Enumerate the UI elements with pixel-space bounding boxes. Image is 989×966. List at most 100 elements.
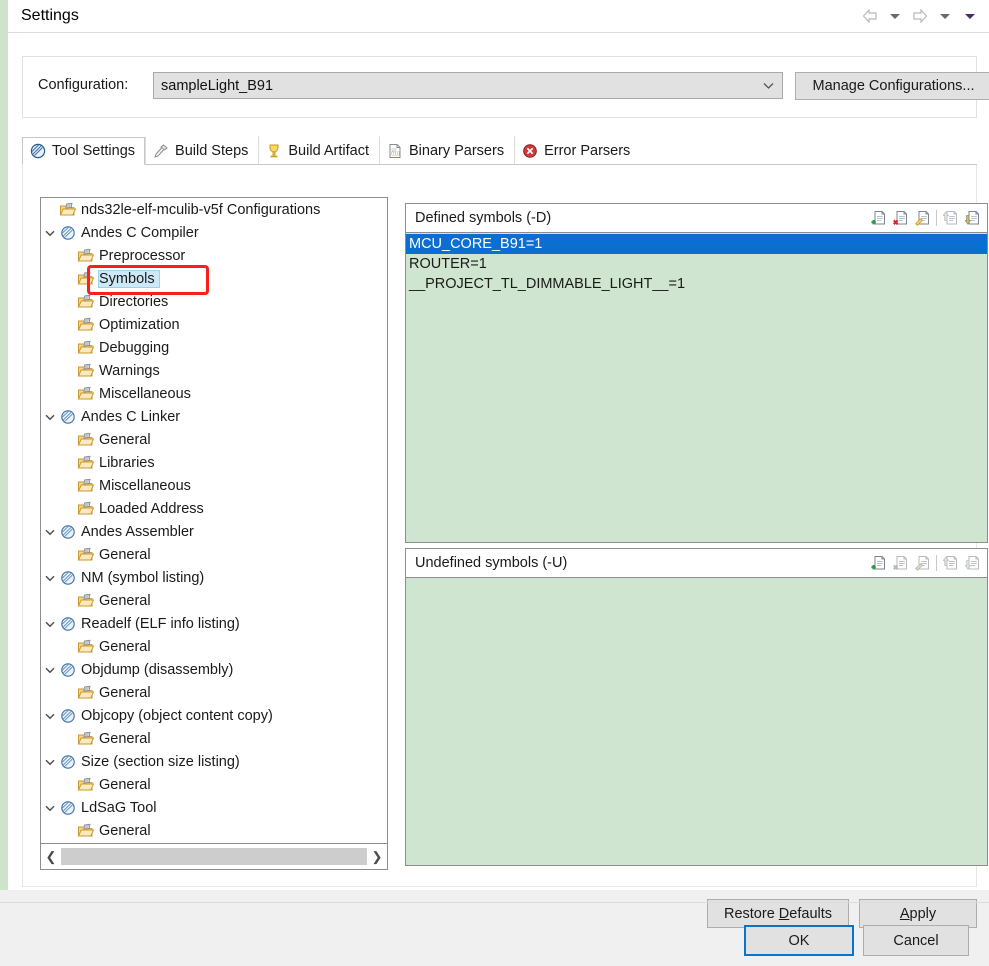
tree-item-ldsag-tool[interactable]: LdSaG Tool — [41, 796, 387, 819]
forward-history-dropdown[interactable] — [934, 6, 956, 26]
tree-item-label: General — [99, 431, 151, 448]
tree-item-directories[interactable]: Directories — [41, 290, 387, 313]
restore-defaults-button[interactable]: Restore Defaults — [707, 899, 849, 928]
tab-build-artifact[interactable]: Build Artifact — [258, 136, 379, 164]
tree-item-objdump-disassembly[interactable]: Objdump (disassembly) — [41, 658, 387, 681]
tree-expand-toggle[interactable] — [41, 566, 59, 589]
tree-item-general[interactable]: General — [41, 773, 387, 796]
tool-icon — [61, 708, 75, 723]
edit-icon — [914, 556, 929, 571]
tree-expand-toggle[interactable] — [41, 221, 59, 244]
move-up-button — [941, 208, 960, 228]
symbol-list-item[interactable]: MCU_CORE_B91=1 — [406, 234, 987, 254]
add-button[interactable] — [869, 553, 888, 573]
undefined-symbols-toolbar — [869, 553, 982, 573]
folder-icon — [77, 432, 95, 445]
binary-parsers-icon: 010 — [389, 143, 401, 158]
tool-settings-icon — [30, 143, 46, 159]
scrollbar-thumb[interactable] — [61, 848, 367, 865]
tree-item-debugging[interactable]: Debugging — [41, 336, 387, 359]
delete-button[interactable] — [891, 208, 910, 228]
symbol-list-item[interactable]: ROUTER=1 — [406, 254, 987, 274]
folder-icon — [77, 593, 95, 606]
ok-button[interactable]: OK — [744, 925, 854, 956]
tool-icon — [61, 754, 75, 769]
tree-item-symbols[interactable]: Symbols — [41, 267, 387, 290]
tree-twisty-spacer — [41, 198, 59, 221]
settings-tree[interactable]: nds32le-elf-mculib-v5f Configurations And… — [40, 197, 388, 870]
apply-button[interactable]: Apply — [859, 899, 977, 928]
tree-expand-toggle[interactable] — [41, 612, 59, 635]
tree-item-general[interactable]: General — [41, 589, 387, 612]
tab-tool-settings[interactable]: Tool Settings — [22, 137, 146, 165]
tree-item-andes-c-linker[interactable]: Andes C Linker — [41, 405, 387, 428]
tree-item-andes-c-compiler[interactable]: Andes C Compiler — [41, 221, 387, 244]
tree-item-nm-symbol-listing[interactable]: NM (symbol listing) — [41, 566, 387, 589]
folder-icon — [77, 248, 95, 261]
configuration-select[interactable]: sampleLight_B91 — [153, 72, 783, 99]
tree-item-general[interactable]: General — [41, 428, 387, 451]
tree-expand-toggle[interactable] — [41, 796, 59, 819]
tree-item-miscellaneous[interactable]: Miscellaneous — [41, 382, 387, 405]
tree-item-warnings[interactable]: Warnings — [41, 359, 387, 382]
tree-item-label: Miscellaneous — [99, 477, 191, 494]
undefined-symbols-list[interactable] — [406, 578, 987, 865]
title-bar: Settings — [8, 0, 989, 33]
tree-item-miscellaneous[interactable]: Miscellaneous — [41, 474, 387, 497]
scroll-left-button[interactable]: ❮ — [41, 844, 61, 869]
edit-button[interactable] — [913, 208, 932, 228]
tool-settings-panel: nds32le-elf-mculib-v5f Configurations And… — [22, 165, 988, 887]
forward-button[interactable] — [909, 6, 931, 26]
scroll-right-button[interactable]: ❯ — [367, 844, 387, 869]
tree-item-label: General — [99, 592, 151, 609]
tree-item-readelf-elf-info-listing[interactable]: Readelf (ELF info listing) — [41, 612, 387, 635]
tree-item-general[interactable]: General — [41, 819, 387, 842]
back-button[interactable] — [859, 6, 881, 26]
view-menu-dropdown[interactable] — [959, 6, 981, 26]
cancel-button[interactable]: Cancel — [863, 925, 969, 956]
tree-item-andes-assembler[interactable]: Andes Assembler — [41, 520, 387, 543]
tree-horizontal-scrollbar[interactable]: ❮ ❯ — [41, 843, 387, 869]
tree-item-preprocessor[interactable]: Preprocessor — [41, 244, 387, 267]
window-left-edge — [0, 0, 8, 890]
tree-item-label: NM (symbol listing) — [81, 569, 205, 586]
tree-item-libraries[interactable]: Libraries — [41, 451, 387, 474]
tree-item-label: Libraries — [99, 454, 155, 471]
scrollbar-track[interactable] — [61, 848, 367, 865]
tree-expand-toggle[interactable] — [41, 658, 59, 681]
add-button[interactable] — [869, 208, 888, 228]
error-parsers-icon — [523, 143, 537, 158]
symbol-list-item[interactable]: __PROJECT_TL_DIMMABLE_LIGHT__=1 — [406, 274, 987, 294]
tree-item-loaded-address[interactable]: Loaded Address — [41, 497, 387, 520]
tree-expand-toggle[interactable] — [41, 520, 59, 543]
folder-icon — [77, 271, 95, 284]
folder-icon — [77, 478, 95, 491]
tree-expand-toggle[interactable] — [41, 704, 59, 727]
tree-item-general[interactable]: General — [41, 543, 387, 566]
tree-item-label: Objcopy (object content copy) — [81, 707, 273, 724]
folder-icon — [77, 386, 95, 399]
tree-item-general[interactable]: General — [41, 681, 387, 704]
tree-expand-toggle[interactable] — [41, 750, 59, 773]
defined-symbols-list[interactable]: MCU_CORE_B91=1 ROUTER=1 __PROJECT_TL_DIMMA… — [406, 233, 987, 542]
folder-icon — [77, 501, 95, 514]
tree-item-optimization[interactable]: Optimization — [41, 313, 387, 336]
back-history-dropdown[interactable] — [884, 6, 906, 26]
tree-item-size-section-size-listing[interactable]: Size (section size listing) — [41, 750, 387, 773]
tree-item-nds32le-elf-mculib-v5f-configurations[interactable]: nds32le-elf-mculib-v5f Configurations — [41, 198, 387, 221]
manage-configurations-button[interactable]: Manage Configurations... — [795, 72, 989, 100]
folder-icon — [77, 363, 95, 376]
tree-item-label: Symbols — [98, 269, 160, 288]
tree-expand-toggle[interactable] — [41, 405, 59, 428]
move-up-icon — [942, 556, 957, 570]
move-down-button[interactable] — [963, 208, 982, 228]
tab-error-parsers[interactable]: Error Parsers — [514, 136, 640, 164]
tree-item-general[interactable]: General — [41, 727, 387, 750]
chevron-down-icon — [45, 414, 55, 420]
tree-item-general[interactable]: General — [41, 635, 387, 658]
folder-icon — [77, 455, 95, 468]
tree-item-objcopy-object-content-copy[interactable]: Objcopy (object content copy) — [41, 704, 387, 727]
tab-binary-parsers[interactable]: 010 Binary Parsers — [378, 136, 514, 164]
footer-divider — [0, 902, 989, 903]
tab-build-steps[interactable]: Build Steps — [145, 136, 258, 164]
